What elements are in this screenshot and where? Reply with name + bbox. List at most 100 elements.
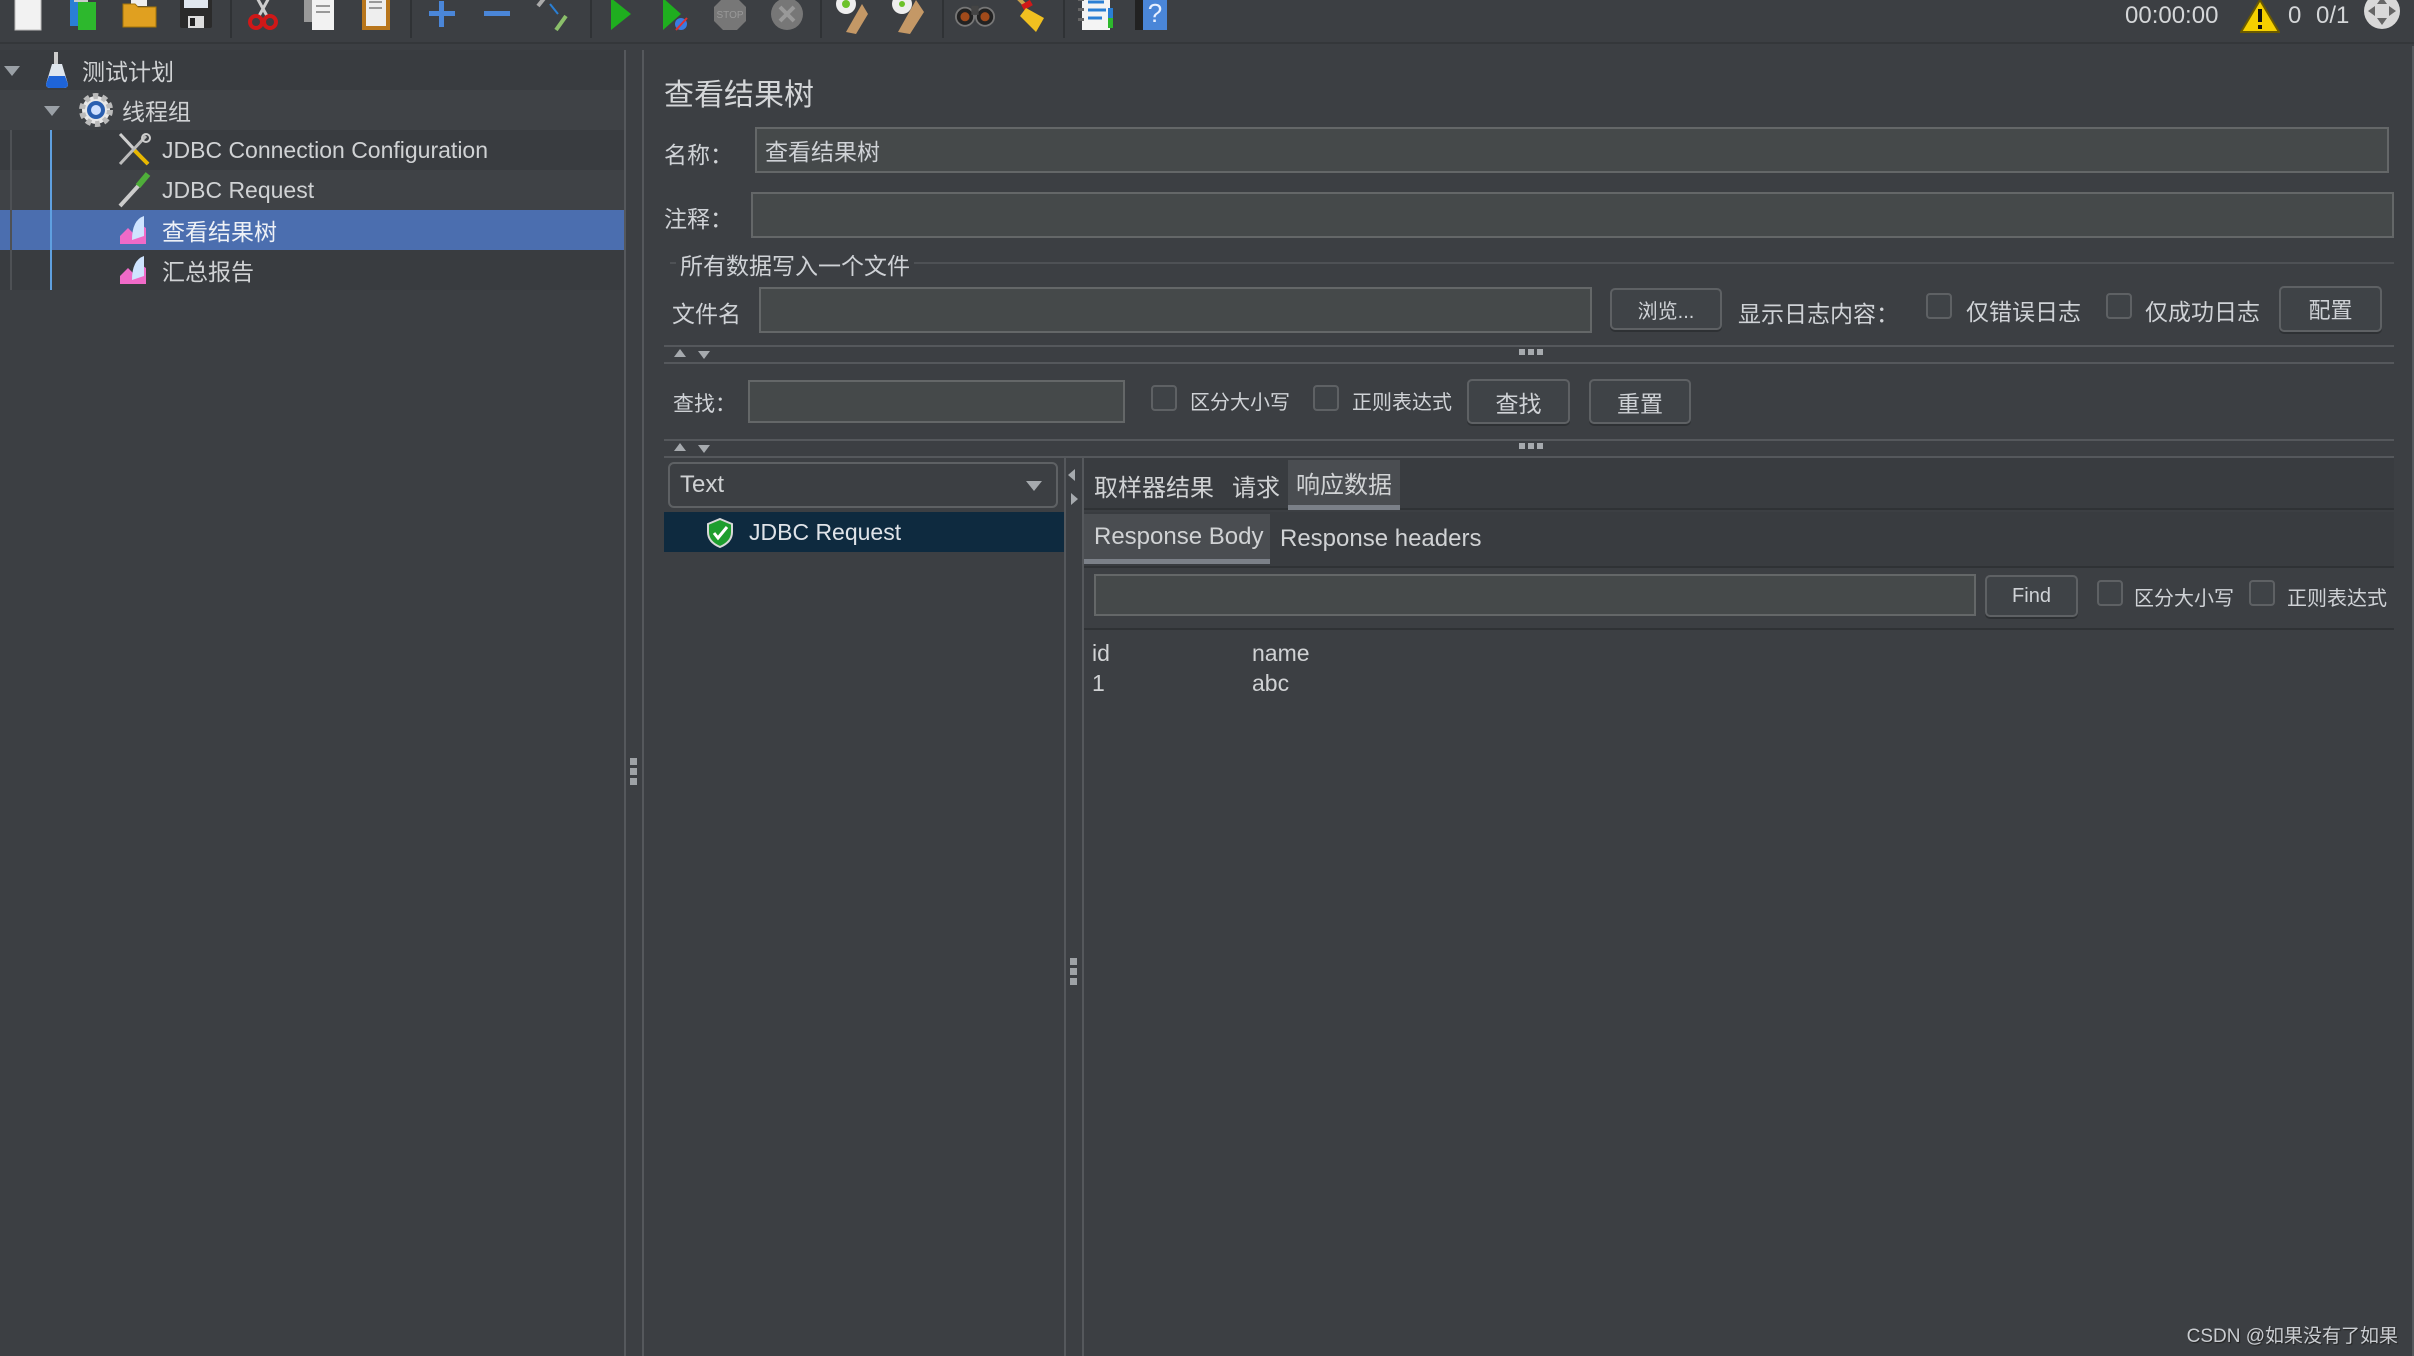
remote-status-icon[interactable] [2362, 0, 2402, 29]
listener-graph-icon [118, 214, 152, 248]
name-input-value: 查看结果树 [765, 139, 880, 165]
stop-icon[interactable]: STOP [710, 0, 750, 34]
name-input[interactable]: 查看结果树 [755, 127, 2389, 173]
clear-all-icon[interactable] [886, 0, 926, 34]
comment-input[interactable] [751, 192, 2394, 238]
section-divider [664, 345, 2394, 347]
section-divider [664, 439, 2394, 441]
tree-item-jdbc-connection-config[interactable]: JDBC Connection Configuration [0, 130, 625, 170]
warning-icon[interactable] [2240, 0, 2280, 33]
collapse-left-icon[interactable] [1068, 469, 1075, 481]
success-only-label: 仅成功日志 [2145, 299, 2260, 325]
config-tools-icon [116, 132, 151, 166]
tab-request[interactable]: 请求 [1224, 460, 1288, 510]
toolbar-separator [820, 0, 822, 38]
search-label: 查找： [673, 393, 736, 416]
tree-item-view-results-tree[interactable]: 查看结果树 [0, 210, 625, 250]
expand-down-icon[interactable] [698, 351, 710, 359]
reset-button[interactable]: 重置 [1589, 379, 1691, 424]
toolbar-separator [590, 0, 592, 38]
paste-icon[interactable] [356, 0, 396, 34]
search-binoculars-icon[interactable] [955, 0, 995, 34]
tree-splitter-grip-icon[interactable] [628, 758, 640, 788]
renderer-select[interactable]: Text [668, 462, 1058, 508]
copy-icon[interactable] [300, 0, 340, 34]
response-header-id: id [1092, 640, 1110, 666]
new-icon[interactable] [8, 0, 48, 34]
response-body-text[interactable]: id name 1 abc [1084, 630, 2394, 1356]
results-splitter[interactable] [1064, 456, 1066, 1356]
success-only-checkbox[interactable] [2106, 293, 2132, 319]
svg-text:STOP: STOP [716, 10, 743, 21]
toolbar-separator [942, 0, 944, 38]
name-label: 名称： [664, 142, 733, 168]
tree-item-summary-report[interactable]: 汇总报告 [0, 250, 625, 290]
chevron-down-icon [1026, 481, 1042, 491]
start-icon[interactable] [600, 0, 640, 34]
tree-item-label: 查看结果树 [162, 219, 277, 245]
response-find-input[interactable] [1094, 574, 1976, 616]
start-no-pauses-icon[interactable] [655, 0, 695, 34]
file-group-border [670, 262, 2394, 264]
tree-item-thread-group[interactable]: 线程组 [0, 90, 625, 130]
tree-item-jdbc-request[interactable]: JDBC Request [0, 170, 625, 210]
tab-sampler-result[interactable]: 取样器结果 [1086, 460, 1222, 510]
response-cell-id: 1 [1092, 670, 1105, 696]
response-case-sensitive-checkbox[interactable] [2097, 580, 2123, 606]
tree-connector-line [50, 130, 52, 290]
open-icon[interactable] [120, 0, 160, 34]
tree-splitter[interactable] [624, 50, 626, 1356]
tree-splitter-edge [642, 50, 644, 1356]
result-list-item[interactable]: JDBC Request [664, 512, 1064, 552]
tree-item-label: JDBC Connection Configuration [162, 136, 489, 163]
response-regex-label: 正则表达式 [2287, 588, 2387, 610]
log-display-label: 显示日志内容： [1738, 301, 1899, 327]
find-button[interactable]: 查找 [1467, 379, 1570, 424]
test-plan-tree: 测试计划 线程组 JDBC Connection Configuration J… [0, 46, 625, 1356]
tab-response-headers[interactable]: Response headers [1270, 514, 1491, 564]
collapse-up-icon[interactable] [674, 349, 686, 357]
reset-search-broom-icon[interactable] [1010, 0, 1050, 34]
toolbar-separator [1063, 0, 1065, 38]
search-case-sensitive-checkbox[interactable] [1151, 385, 1177, 411]
tree-item-test-plan[interactable]: 测试计划 [0, 50, 625, 90]
function-helper-icon[interactable] [1075, 0, 1115, 34]
search-regex-checkbox[interactable] [1313, 385, 1339, 411]
watermark: CSDN @如果没有了如果 [2186, 1326, 2398, 1347]
browse-button[interactable]: 浏览... [1610, 288, 1722, 330]
expand-toggle-icon[interactable] [44, 106, 60, 116]
tree-item-label: JDBC Request [162, 176, 315, 203]
search-input[interactable] [748, 380, 1125, 423]
tree-guide-line [10, 130, 12, 290]
help-icon[interactable]: ? [1132, 0, 1172, 34]
test-plan-flask-icon [40, 52, 74, 88]
results-splitter-grip-icon[interactable] [1068, 958, 1080, 988]
toggle-icon[interactable] [532, 0, 572, 34]
listener-graph-icon [118, 254, 152, 288]
tab-response-body[interactable]: Response Body [1084, 514, 1270, 564]
configure-button[interactable]: 配置 [2279, 286, 2382, 332]
comment-label: 注释： [664, 206, 733, 232]
templates-icon[interactable] [64, 0, 104, 34]
splitter-grip-icon[interactable] [1519, 349, 1543, 355]
expand-icon[interactable] [422, 0, 462, 34]
response-regex-checkbox[interactable] [2249, 580, 2275, 606]
clear-icon[interactable] [830, 0, 870, 34]
tab-response-data[interactable]: 响应数据 [1288, 460, 1400, 510]
save-icon[interactable] [176, 0, 216, 34]
response-find-button[interactable]: Find [1985, 575, 2078, 617]
sampler-pipette-icon [116, 172, 151, 208]
filename-input[interactable] [759, 287, 1592, 333]
errors-only-checkbox[interactable] [1926, 293, 1952, 319]
collapse-icon[interactable] [477, 0, 517, 34]
expand-toggle-icon[interactable] [4, 66, 20, 76]
response-case-sensitive-label: 区分大小写 [2134, 588, 2234, 610]
collapse-up-icon[interactable] [674, 443, 686, 451]
cut-icon[interactable] [243, 0, 283, 34]
toolbar-separator [230, 0, 232, 38]
expand-down-icon[interactable] [698, 445, 710, 453]
splitter-grip-icon[interactable] [1519, 443, 1543, 449]
expand-right-icon[interactable] [1071, 493, 1078, 505]
shutdown-icon[interactable] [767, 0, 807, 34]
section-divider [664, 362, 2394, 364]
